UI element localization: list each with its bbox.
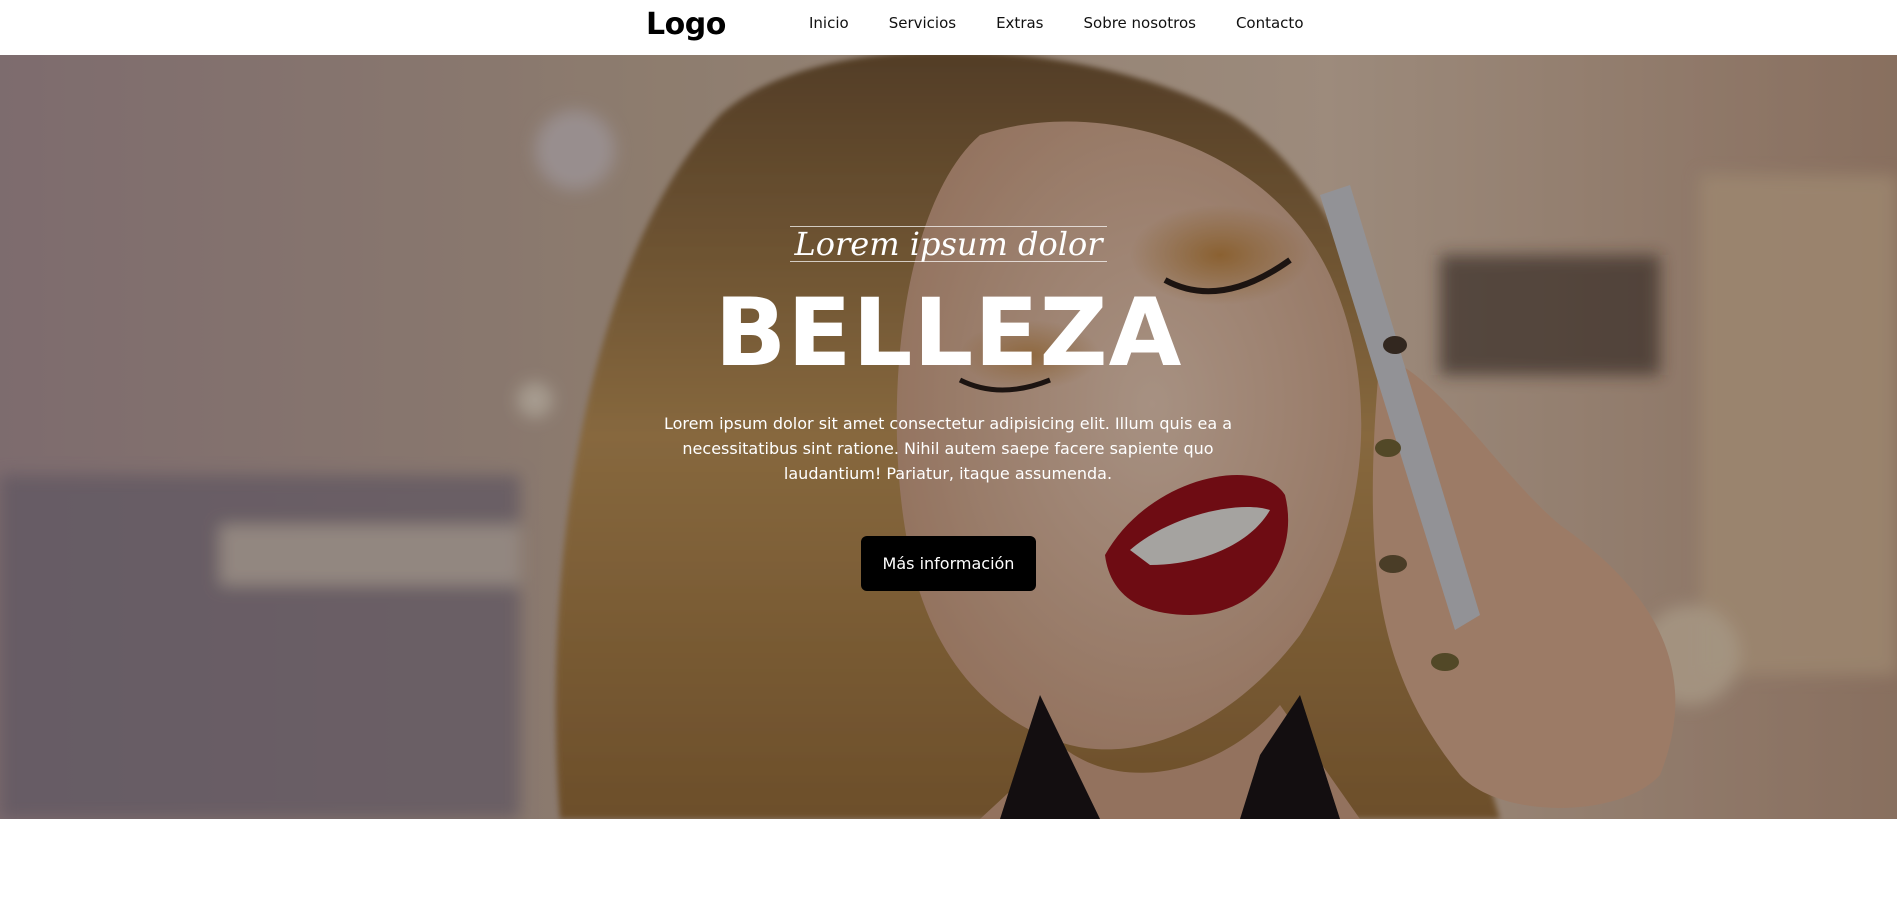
- hero-section: Lorem ipsum dolor BELLEZA Lorem ipsum do…: [0, 55, 1897, 819]
- hero-title: BELLEZA: [714, 279, 1183, 388]
- nav-link-contacto[interactable]: Contacto: [1236, 14, 1304, 32]
- site-logo[interactable]: Logo: [646, 7, 726, 42]
- nav-link-sobre-nosotros[interactable]: Sobre nosotros: [1084, 14, 1196, 32]
- site-header: Logo Inicio Servicios Extras Sobre nosot…: [0, 0, 1897, 55]
- more-info-button[interactable]: Más información: [861, 536, 1036, 591]
- hero-tagline-text: Lorem ipsum dolor: [790, 226, 1107, 262]
- main-nav: Inicio Servicios Extras Sobre nosotros C…: [809, 14, 1304, 32]
- nav-link-inicio[interactable]: Inicio: [809, 14, 849, 32]
- nav-link-extras[interactable]: Extras: [996, 14, 1043, 32]
- hero-tagline: Lorem ipsum dolor: [0, 226, 1897, 262]
- nav-link-servicios[interactable]: Servicios: [889, 14, 956, 32]
- hero-description: Lorem ipsum dolor sit amet consectetur a…: [663, 414, 1233, 483]
